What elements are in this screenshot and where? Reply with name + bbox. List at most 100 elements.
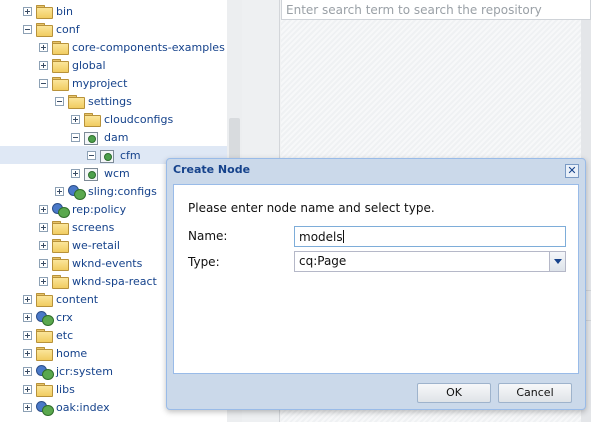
tree-node-label: conf bbox=[56, 22, 80, 36]
tree-node-label: dam bbox=[104, 130, 129, 144]
folder-icon bbox=[52, 275, 69, 289]
expand-icon[interactable] bbox=[39, 276, 48, 286]
tree-node-label: we-retail bbox=[72, 238, 120, 252]
tree-node-label: crx bbox=[56, 310, 73, 324]
folder-icon bbox=[84, 113, 101, 127]
system-node-icon bbox=[68, 184, 86, 200]
tree-node-label: cfm bbox=[120, 148, 141, 162]
node-name-value: models bbox=[299, 230, 343, 244]
expand-icon[interactable] bbox=[39, 258, 48, 268]
collapse-icon[interactable] bbox=[71, 132, 80, 142]
tree-node-crx[interactable]: crx bbox=[23, 308, 73, 326]
expand-icon[interactable] bbox=[71, 168, 80, 178]
folder-icon bbox=[36, 23, 53, 37]
tree-node-label: wknd-events bbox=[72, 256, 143, 270]
expand-icon[interactable] bbox=[23, 366, 32, 376]
tree-node-label: etc bbox=[56, 328, 74, 342]
dialog-title: Create Node bbox=[173, 163, 251, 176]
close-icon[interactable]: ✕ bbox=[565, 164, 579, 178]
tree-node-bin[interactable]: bin bbox=[23, 2, 73, 20]
config-node-icon bbox=[100, 149, 116, 163]
folder-icon bbox=[36, 383, 53, 397]
tree-node-wknd-events[interactable]: wknd-events bbox=[39, 254, 142, 272]
tree-node-core-components-examples[interactable]: core-components-examples bbox=[39, 38, 225, 56]
tree-node-settings[interactable]: settings bbox=[55, 92, 132, 110]
config-node-icon bbox=[84, 131, 100, 145]
tree-node-label: settings bbox=[88, 94, 132, 108]
tree-node-label: rep:policy bbox=[72, 202, 127, 216]
tree-node-dam[interactable]: dam bbox=[71, 128, 128, 146]
tree-node-global[interactable]: global bbox=[39, 56, 106, 74]
tree-node-etc[interactable]: etc bbox=[23, 326, 73, 344]
node-name-field[interactable]: models bbox=[294, 226, 566, 247]
collapse-icon[interactable] bbox=[87, 150, 96, 160]
type-label: Type: bbox=[188, 255, 220, 269]
collapse-icon[interactable] bbox=[39, 78, 48, 88]
system-node-icon bbox=[36, 364, 54, 380]
tree-node-label: wcm bbox=[104, 166, 130, 180]
system-node-icon bbox=[36, 400, 54, 416]
dialog-body: Please enter node name and select type. … bbox=[173, 184, 579, 374]
expand-icon[interactable] bbox=[39, 240, 48, 250]
text-caret bbox=[342, 230, 344, 243]
tree-node-content[interactable]: content bbox=[23, 290, 98, 308]
tree-node-label: screens bbox=[72, 220, 115, 234]
node-type-select[interactable]: cq:Page bbox=[294, 251, 566, 272]
tree-node-label: libs bbox=[56, 382, 75, 396]
tree-node-label: oak:index bbox=[56, 400, 110, 414]
tree-node-label: content bbox=[56, 292, 99, 306]
tree-node-label: wknd-spa-react bbox=[72, 274, 157, 288]
tree-node-oak-index[interactable]: oak:index bbox=[23, 398, 110, 416]
tree-node-cloudconfigs[interactable]: cloudconfigs bbox=[71, 110, 173, 128]
ok-button[interactable]: OK bbox=[417, 383, 491, 403]
expand-icon[interactable] bbox=[71, 114, 80, 124]
folder-icon bbox=[52, 41, 69, 55]
folder-icon bbox=[52, 239, 69, 253]
folder-icon bbox=[52, 59, 69, 73]
folder-icon bbox=[68, 95, 85, 109]
folder-icon bbox=[52, 221, 69, 235]
tree-node-libs[interactable]: libs bbox=[23, 380, 75, 398]
tree-node-label: cloudconfigs bbox=[104, 112, 174, 126]
expand-icon[interactable] bbox=[23, 402, 32, 412]
tree-node-myproject[interactable]: myproject bbox=[39, 74, 127, 92]
expand-icon[interactable] bbox=[23, 384, 32, 394]
tree-node-sling-configs[interactable]: sling:configs bbox=[55, 182, 157, 200]
cancel-button[interactable]: Cancel bbox=[498, 383, 572, 403]
tree-node-wknd-spa-react[interactable]: wknd-spa-react bbox=[39, 272, 157, 290]
folder-icon bbox=[52, 257, 69, 271]
tree-node-jcr-system[interactable]: jcr:system bbox=[23, 362, 113, 380]
tree-node-label: core-components-examples bbox=[72, 40, 225, 54]
folder-icon bbox=[36, 293, 53, 307]
config-node-icon bbox=[84, 167, 100, 181]
folder-icon bbox=[36, 347, 53, 361]
expand-icon[interactable] bbox=[39, 222, 48, 232]
tree-node-label: bin bbox=[56, 4, 74, 18]
create-node-dialog: Create Node ✕ Please enter node name and… bbox=[166, 158, 586, 410]
folder-icon bbox=[52, 77, 69, 91]
collapse-icon[interactable] bbox=[23, 24, 32, 34]
tree-node-label: sling:configs bbox=[88, 184, 157, 198]
tree-node-home[interactable]: home bbox=[23, 344, 87, 362]
expand-icon[interactable] bbox=[23, 330, 32, 340]
tree-node-label: myproject bbox=[72, 76, 128, 90]
tree-node-conf[interactable]: conf bbox=[23, 20, 80, 38]
expand-icon[interactable] bbox=[23, 348, 32, 358]
search-input[interactable]: Enter search term to search the reposito… bbox=[281, 0, 591, 20]
tree-node-we-retail[interactable]: we-retail bbox=[39, 236, 120, 254]
expand-icon[interactable] bbox=[23, 6, 32, 16]
expand-icon[interactable] bbox=[55, 186, 64, 196]
chevron-down-icon[interactable] bbox=[549, 251, 566, 272]
folder-icon bbox=[36, 5, 53, 19]
expand-icon[interactable] bbox=[39, 60, 48, 70]
expand-icon[interactable] bbox=[23, 312, 32, 322]
name-label: Name: bbox=[188, 229, 228, 243]
tree-node-screens[interactable]: screens bbox=[39, 218, 114, 236]
tree-node-wcm[interactable]: wcm bbox=[71, 164, 130, 182]
expand-icon[interactable] bbox=[39, 204, 48, 214]
expand-icon[interactable] bbox=[23, 294, 32, 304]
expand-icon[interactable] bbox=[39, 42, 48, 52]
tree-node-label: global bbox=[72, 58, 106, 72]
collapse-icon[interactable] bbox=[55, 96, 64, 106]
tree-node-rep-policy[interactable]: rep:policy bbox=[39, 200, 126, 218]
